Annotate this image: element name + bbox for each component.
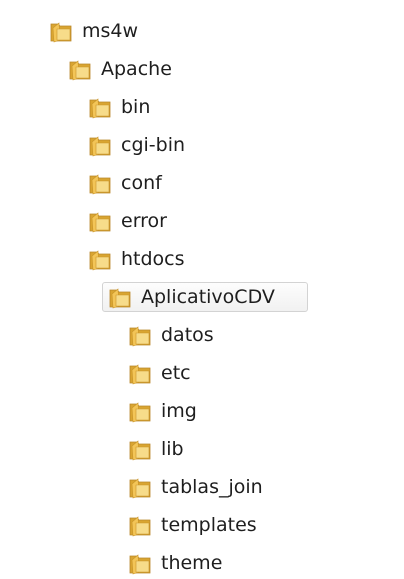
folder-icon [87, 133, 113, 157]
folder-icon [127, 361, 153, 385]
folder-icon [87, 95, 113, 119]
tree-item-error[interactable]: error [87, 206, 167, 236]
tree-item-label: ms4w [82, 19, 139, 42]
tree-item-lib[interactable]: lib [127, 434, 184, 464]
tree-item-label: datos [161, 323, 214, 346]
tree-item-bin[interactable]: bin [87, 92, 150, 122]
folder-icon [127, 399, 153, 423]
tree-item-label: img [161, 399, 197, 422]
tree-item-label: Apache [101, 57, 172, 80]
tree-item-img[interactable]: img [127, 396, 197, 426]
tree-item-label: htdocs [121, 247, 185, 270]
tree-item-label: AplicativoCDV [141, 285, 275, 308]
folder-icon [127, 513, 153, 537]
folder-icon [48, 19, 74, 43]
tree-item-label: theme [161, 551, 223, 574]
tree-item-label: error [121, 209, 167, 232]
folder-icon [87, 209, 113, 233]
tree-item-label: lib [161, 437, 184, 460]
folder-icon [127, 323, 153, 347]
tree-item-theme[interactable]: theme [127, 548, 222, 578]
tree-item-label: etc [161, 361, 191, 384]
tree-item-etc[interactable]: etc [127, 358, 191, 388]
folder-icon [127, 551, 153, 575]
folder-icon [67, 57, 93, 81]
folder-icon [87, 171, 113, 195]
tree-item-label: tablas_join [161, 475, 263, 498]
tree-item-aplicativocdv[interactable]: AplicativoCDV [102, 282, 308, 312]
tree-item-label: conf [121, 171, 162, 194]
tree-item-ms4w[interactable]: ms4w [48, 16, 138, 46]
tree-item-htdocs[interactable]: htdocs [87, 244, 185, 274]
tree-item-conf[interactable]: conf [87, 168, 162, 198]
tree-item-templates[interactable]: templates [127, 510, 257, 540]
tree-item-apache[interactable]: Apache [67, 54, 172, 84]
tree-item-cgi-bin[interactable]: cgi-bin [87, 130, 185, 160]
folder-icon [127, 437, 153, 461]
tree-item-datos[interactable]: datos [127, 320, 214, 350]
folder-icon [107, 285, 133, 309]
tree-item-tablas-join[interactable]: tablas_join [127, 472, 263, 502]
folder-icon [87, 247, 113, 271]
folder-icon [127, 475, 153, 499]
folder-tree: ms4w Apache bin cgi-bin conf error htdoc… [0, 0, 404, 578]
tree-item-label: templates [161, 513, 257, 536]
tree-item-label: bin [121, 95, 151, 118]
tree-item-label: cgi-bin [121, 133, 186, 156]
